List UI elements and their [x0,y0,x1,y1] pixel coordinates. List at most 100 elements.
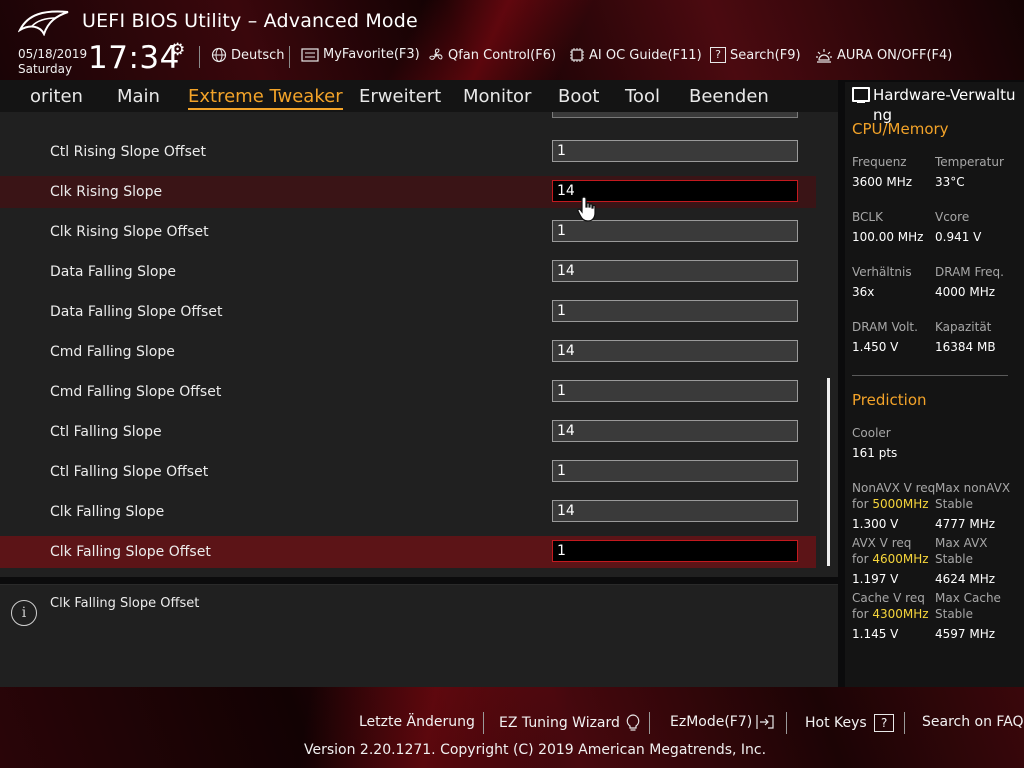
prediction-heading: Prediction [852,391,927,409]
hw-label: Kapazität [935,320,992,334]
setting-value-field[interactable]: 14 [552,340,798,362]
qfan-control-label: Qfan Control(F6) [448,47,557,63]
avx-max-value: 4624 MHz [935,572,996,586]
app-title: UEFI BIOS Utility – Advanced Mode [82,10,418,32]
ez-tuning-wizard-button[interactable]: EZ Tuning Wizard [499,714,641,732]
hw-label: DRAM Freq. [935,265,1004,279]
tab-extreme-tweaker[interactable]: Extreme Tweaker [188,86,343,110]
setting-row[interactable]: Clk Rising Slope Offset 1 [0,216,816,248]
cache-max-value: 4597 MHz [935,627,996,641]
cache-freq: 4300MHz [872,607,929,621]
setting-value-field[interactable]: 1 [552,380,798,402]
search-button[interactable]: ? Search(F9) [710,47,801,63]
tab-main[interactable]: Main [117,86,160,107]
setting-value-field[interactable]: 14 [552,260,798,282]
myfavorite-label: MyFavorite(F3) [323,47,420,62]
tab-monitor[interactable]: Monitor [463,86,531,107]
setting-row[interactable]: Clk Falling Slope 14 [0,496,816,528]
setting-value-field[interactable]: 1 [552,460,798,482]
setting-row[interactable]: Cmd Falling Slope 14 [0,336,816,368]
cooler-label: Cooler [852,426,891,440]
avx-req-label: AVX V req [852,536,912,550]
hot-keys-button[interactable]: Hot Keys ? [805,714,895,732]
setting-row[interactable]: Ctl Falling Slope 14 [0,416,816,448]
setting-row-partial [0,112,816,124]
hw-value: 33°C [935,175,965,189]
ezmode-button[interactable]: EzMode(F7) [670,714,775,730]
setting-value-field[interactable]: 14 [552,420,798,442]
lightbulb-icon [626,714,640,731]
tab-erweitert[interactable]: Erweitert [359,86,441,107]
settings-scrollbar[interactable] [827,378,830,566]
setting-row[interactable]: Ctl Rising Slope Offset 1 [0,136,816,168]
setting-label: Ctl Rising Slope Offset [50,144,206,160]
footer-divider [904,712,905,734]
hardware-monitor-title: Hardware-Verwaltu ng [873,86,1016,124]
setting-row[interactable]: Data Falling Slope 14 [0,256,816,288]
tab-beenden[interactable]: Beenden [689,86,769,107]
clock-time: 17:34 [88,40,180,76]
favorite-icon [301,47,319,62]
nonavx-max-label-2: Stable [935,497,974,511]
info-icon: i [11,600,37,626]
nonavx-req-label: NonAVX V req [852,481,936,495]
setting-row[interactable]: Ctl Falling Slope Offset 1 [0,456,816,488]
for-text: for [852,552,869,566]
ez-tuning-label: EZ Tuning Wizard [499,715,620,731]
hw-value: 0.941 V [935,230,982,244]
hw-value: 1.450 V [852,340,899,354]
globe-icon [211,47,227,63]
setting-value-field[interactable]: 1 [552,540,798,562]
setting-value-field[interactable]: 1 [552,140,798,162]
hw-value: 4000 MHz [935,285,996,299]
clock-settings-gear-icon[interactable]: ⚙ [170,40,185,60]
hardware-monitor-panel: Hardware-Verwaltu ng CPU/Memory Frequenz … [845,82,1024,687]
settings-list[interactable]: Ctl Rising Slope Offset 1 Clk Rising Slo… [0,112,838,577]
nonavx-max-label: Max nonAVX [935,481,1011,495]
setting-label: Data Falling Slope Offset [50,304,223,320]
cache-req-label: Cache V req [852,591,925,605]
avx-for-line: for 4600MHz [852,551,929,567]
hw-label: Frequenz [852,155,907,169]
setting-label: Clk Rising Slope [50,184,163,200]
setting-label: Data Falling Slope [50,264,176,280]
search-faq-button[interactable]: Search on FAQ [922,714,1024,730]
search-icon: ? [710,47,726,63]
aura-label: AURA ON/OFF(F4) [837,47,953,63]
setting-label: Clk Falling Slope Offset [50,544,211,560]
footer-divider [649,712,650,734]
setting-row[interactable]: Cmd Falling Slope Offset 1 [0,376,816,408]
ai-oc-guide-button[interactable]: AI OC Guide(F11) [569,47,702,63]
header-bar: UEFI BIOS Utility – Advanced Mode 05/18/… [0,0,1024,80]
setting-row[interactable]: Data Falling Slope Offset 1 [0,296,816,328]
hw-value: 16384 MB [935,340,996,354]
date-text: 05/18/2019 [18,47,88,61]
fan-icon [429,48,443,60]
header-divider [199,46,200,68]
hw-divider [852,375,1008,376]
footer-divider [483,712,484,734]
hw-label: DRAM Volt. [852,320,918,334]
setting-value-field[interactable]: 1 [552,220,798,242]
footer-bar: Letzte Änderung EZ Tuning Wizard EzMode(… [0,687,1024,768]
setting-value-field[interactable]: 1 [552,300,798,322]
hw-value: 100.00 MHz [852,230,924,244]
tab-boot[interactable]: Boot [558,86,599,107]
nonavx-freq: 5000MHz [872,497,929,511]
setting-row-selected[interactable]: Clk Falling Slope Offset 1 [0,536,816,568]
setting-label: Cmd Falling Slope Offset [50,384,222,400]
qfan-control-button[interactable]: Qfan Control(F6) [428,47,556,63]
aura-toggle-button[interactable]: AURA ON/OFF(F4) [815,47,952,63]
avx-max-label: Max AVX [935,536,988,550]
language-button[interactable]: Deutsch [211,47,285,63]
tab-tool[interactable]: Tool [625,86,660,107]
footer-divider [786,712,787,734]
hot-keys-label: Hot Keys [805,715,867,731]
myfavorite-button[interactable]: MyFavorite(F3) [301,47,420,62]
last-change-button[interactable]: Letzte Änderung [359,714,475,730]
main-menu-tabs: oriten Main Extreme Tweaker Erweitert Mo… [0,80,838,112]
tab-favoriten[interactable]: oriten [30,86,83,107]
setting-row-hovered[interactable]: Clk Rising Slope 14 [0,176,816,208]
setting-value-field[interactable]: 14 [552,500,798,522]
cache-req-value: 1.145 V [852,627,899,641]
